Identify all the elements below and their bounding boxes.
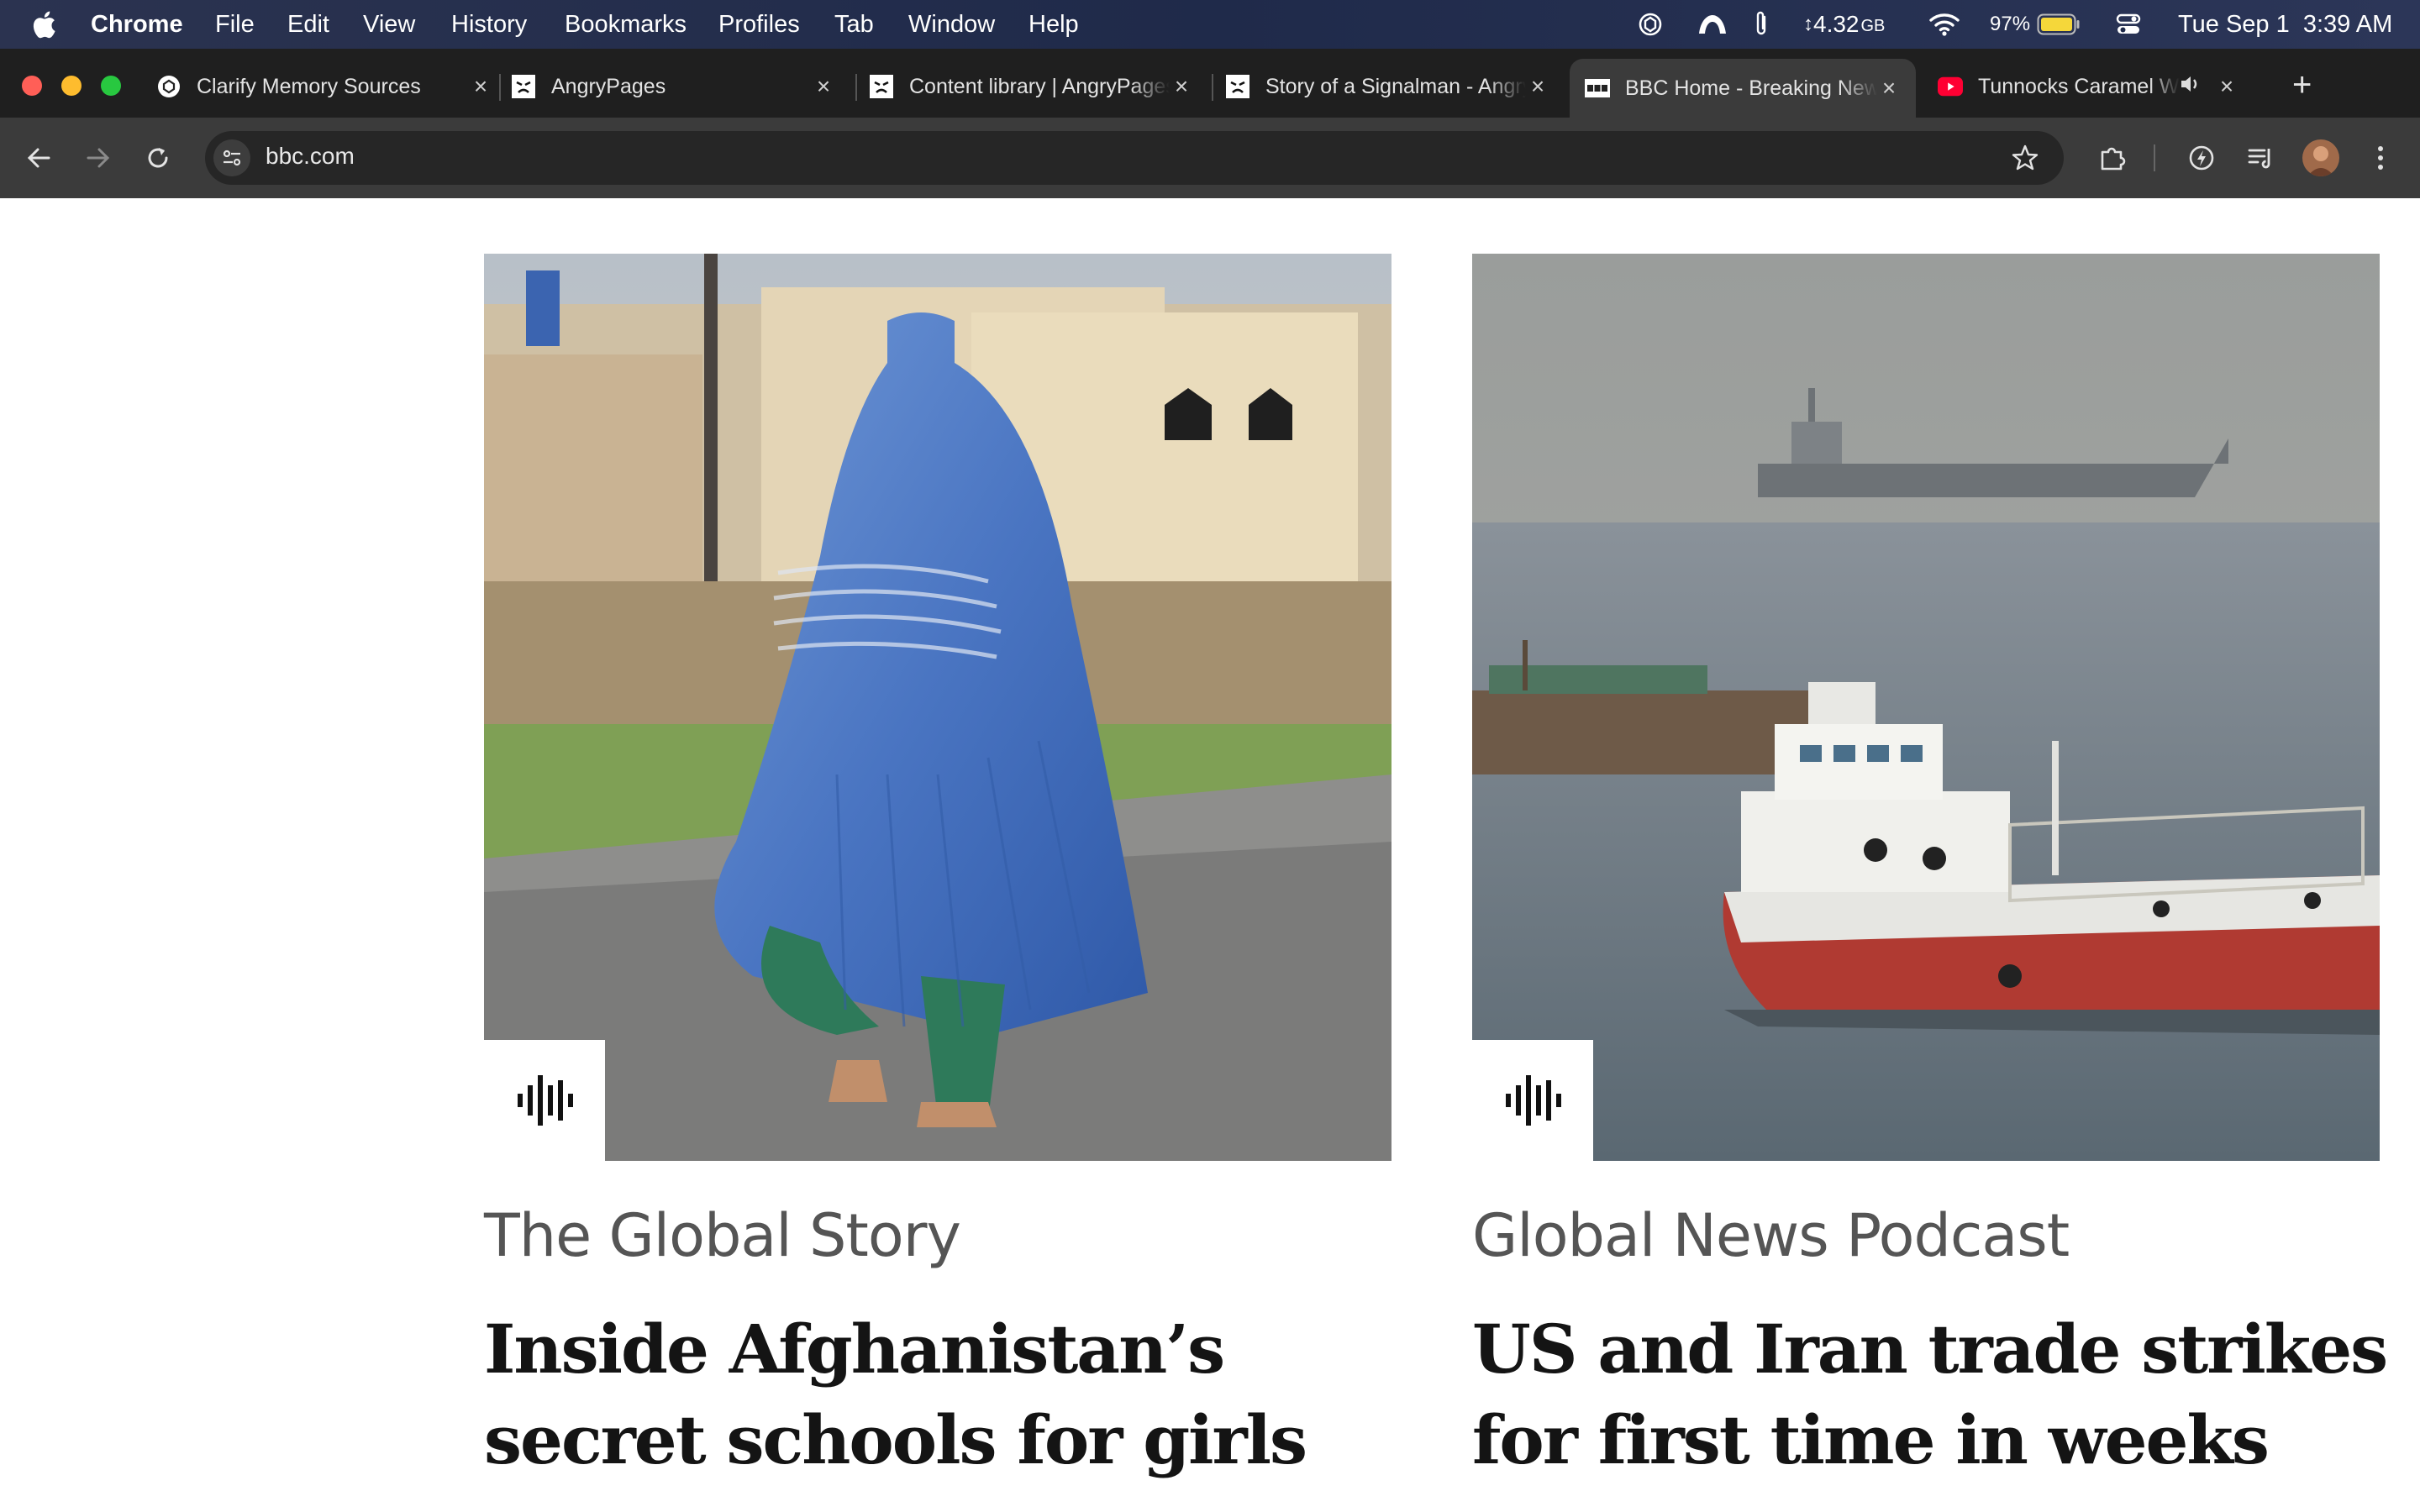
chrome-menu-icon[interactable]	[2368, 139, 2393, 176]
close-tab-icon[interactable]: ×	[2215, 73, 2238, 100]
story-image-ships[interactable]	[1472, 254, 2380, 1161]
audio-playing-icon[interactable]	[2180, 74, 2202, 100]
memory-status[interactable]: ↕ 4.32 GB	[1803, 0, 1885, 49]
tab-story-of-a-signalman[interactable]: Story of a Signalman - AngryPages ×	[1225, 60, 1549, 113]
forward-button[interactable]	[82, 141, 115, 175]
url-text[interactable]: bbc.com	[266, 143, 355, 170]
extensions-puzzle-icon[interactable]	[2094, 139, 2131, 176]
new-tab-button[interactable]: +	[2292, 64, 2312, 106]
youtube-icon	[1938, 74, 1963, 99]
cloud-mountain-icon[interactable]	[1696, 10, 1729, 39]
tab-title: AngryPages	[551, 74, 666, 98]
tab-title: Tunnocks Caramel Wafer	[1978, 74, 2180, 98]
paperclip-icon[interactable]	[1752, 10, 1770, 39]
apple-icon[interactable]	[32, 8, 60, 40]
site-info-icon[interactable]	[213, 139, 250, 176]
tab-title: BBC Home - Breaking News	[1625, 76, 1877, 100]
menu-profiles[interactable]: Profiles	[718, 0, 800, 49]
close-tab-icon[interactable]: ×	[812, 73, 835, 100]
bbc-icon	[1585, 76, 1610, 101]
profile-avatar[interactable]	[2302, 139, 2339, 176]
audio-badge	[484, 1040, 605, 1161]
story-image-afghanistan[interactable]	[484, 254, 1392, 1161]
zoom-window-button[interactable]	[101, 76, 121, 96]
control-center-icon[interactable]	[2116, 12, 2141, 37]
back-button[interactable]	[22, 141, 55, 175]
angrypages-icon	[1225, 74, 1250, 99]
tab-title: Story of a Signalman - AngryPages	[1265, 74, 1526, 98]
story-kicker[interactable]: Global News Podcast	[1472, 1201, 2070, 1270]
audio-waveform-icon	[1506, 1075, 1561, 1126]
menubar-clock[interactable]: Tue Sep 1 3:39 AM	[2178, 0, 2392, 49]
chatgpt-icon[interactable]	[1636, 10, 1665, 39]
address-bar[interactable]	[205, 131, 2064, 185]
angrypages-icon	[511, 74, 536, 99]
performance-icon[interactable]	[2183, 139, 2220, 176]
wifi-icon[interactable]	[1929, 12, 1960, 37]
memory-unit: GB	[1860, 16, 1886, 35]
menu-help[interactable]: Help	[1028, 0, 1079, 49]
bookmark-star-icon[interactable]	[2008, 141, 2042, 175]
tab-bbc-home[interactable]: BBC Home - Breaking News ×	[1570, 59, 1916, 118]
tab-separator	[1212, 74, 1213, 101]
battery-percent: 97%	[1990, 13, 2031, 35]
angrypages-icon	[869, 74, 894, 99]
media-controls-icon[interactable]	[2242, 139, 2279, 176]
close-tab-icon[interactable]: ×	[1877, 75, 1901, 102]
tab-clarify-memory-sources[interactable]: Clarify Memory Sources ×	[145, 60, 492, 113]
story-kicker[interactable]: The Global Story	[484, 1201, 961, 1270]
menu-view[interactable]: View	[363, 0, 415, 49]
close-tab-icon[interactable]: ×	[1526, 73, 1549, 100]
audio-badge	[1472, 1040, 1593, 1161]
tab-tunnocks-caramel-wafer[interactable]: Tunnocks Caramel Wafer ×	[1938, 60, 2255, 113]
openai-icon	[156, 74, 182, 99]
close-tab-icon[interactable]: ×	[1170, 73, 1193, 100]
menu-history[interactable]: History	[451, 0, 527, 49]
tab-content-library[interactable]: Content library | AngryPages ×	[869, 60, 1193, 113]
menu-file[interactable]: File	[215, 0, 255, 49]
menu-bookmarks[interactable]: Bookmarks	[565, 0, 687, 49]
minimize-window-button[interactable]	[61, 76, 82, 96]
tab-separator	[499, 74, 501, 101]
memory-value: 4.32	[1813, 11, 1860, 37]
story-headline[interactable]: Inside Afghanistan’s secret schools for …	[484, 1304, 1425, 1485]
menu-window[interactable]: Window	[908, 0, 995, 49]
toolbar-divider	[2154, 144, 2155, 171]
reload-button[interactable]	[141, 141, 175, 175]
close-window-button[interactable]	[22, 76, 42, 96]
audio-waveform-icon	[518, 1075, 573, 1126]
battery-icon[interactable]	[2037, 13, 2081, 35]
tab-title: Clarify Memory Sources	[197, 74, 421, 98]
tab-angrypages[interactable]: AngryPages ×	[511, 60, 835, 113]
macos-menu-bar: Chrome File Edit View History Bookmarks …	[0, 0, 2420, 49]
tab-separator	[855, 74, 857, 101]
close-tab-icon[interactable]: ×	[469, 73, 492, 100]
menu-tab[interactable]: Tab	[834, 0, 874, 49]
tab-title: Content library | AngryPages	[909, 74, 1170, 98]
menu-chrome[interactable]: Chrome	[91, 0, 183, 49]
story-headline[interactable]: US and Iran trade strikes for first time…	[1472, 1304, 2413, 1485]
menu-edit[interactable]: Edit	[287, 0, 329, 49]
memory-arrows-icon: ↕	[1803, 13, 1813, 35]
